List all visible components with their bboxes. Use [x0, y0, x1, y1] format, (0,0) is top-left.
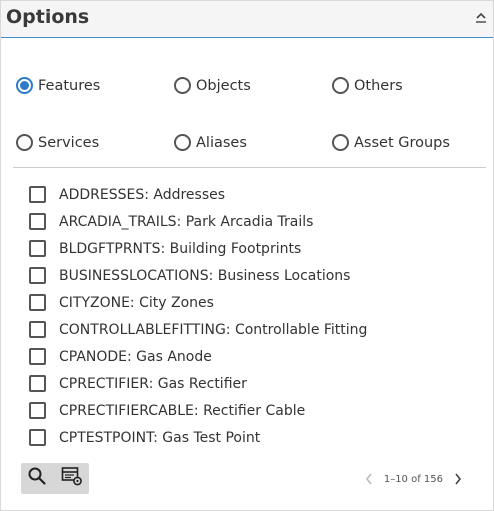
panel-header: Options	[1, 1, 493, 38]
list-item[interactable]: CITYZONE: City Zones	[29, 294, 214, 311]
checkbox[interactable]	[29, 186, 46, 203]
radio-objects[interactable]: Objects	[174, 77, 251, 94]
search-icon	[27, 466, 47, 491]
checkbox[interactable]	[29, 240, 46, 257]
radio-aliases[interactable]: Aliases	[174, 134, 247, 151]
list-item[interactable]: CONTROLLABLEFITTING: Controllable Fittin…	[29, 321, 367, 338]
checkbox[interactable]	[29, 429, 46, 446]
list-item-label: CONTROLLABLEFITTING: Controllable Fittin…	[59, 321, 368, 338]
checkbox[interactable]	[29, 294, 46, 311]
checkbox[interactable]	[29, 213, 46, 230]
panel-title: Options	[6, 6, 90, 28]
checkbox[interactable]	[29, 348, 46, 365]
checkbox[interactable]	[29, 321, 46, 338]
list-item[interactable]: ADDRESSES: Addresses	[29, 186, 225, 203]
pagination: 1–10 of 156	[362, 471, 465, 487]
radio-button[interactable]	[332, 134, 349, 151]
radio-services[interactable]: Services	[16, 134, 99, 151]
list-item-label: CPTESTPOINT: Gas Test Point	[59, 429, 261, 446]
radio-features[interactable]: Features	[16, 77, 100, 94]
list-item[interactable]: CPANODE: Gas Anode	[29, 348, 212, 365]
checkbox[interactable]	[29, 267, 46, 284]
radio-label: Services	[38, 134, 100, 151]
list-item-label: CPRECTIFIERCABLE: Rectifier Cable	[59, 402, 306, 419]
radio-others[interactable]: Others	[332, 77, 403, 94]
list-item[interactable]: CPTESTPOINT: Gas Test Point	[29, 429, 260, 446]
list-item[interactable]: BUSINESSLOCATIONS: Business Locations	[29, 267, 350, 284]
chevron-right-icon[interactable]	[451, 471, 465, 487]
radio-button[interactable]	[332, 77, 349, 94]
list-item[interactable]: BLDGFTPRNTS: Building Footprints	[29, 240, 301, 257]
list-item-label: CITYZONE: City Zones	[59, 294, 214, 311]
radio-asset-groups[interactable]: Asset Groups	[332, 134, 450, 151]
radio-label: Aliases	[196, 134, 247, 151]
list-item-label: ADDRESSES: Addresses	[59, 186, 226, 203]
radio-button[interactable]	[16, 134, 33, 151]
radio-label: Asset Groups	[354, 134, 450, 151]
page-count: 1–10 of 156	[383, 473, 443, 485]
list-item[interactable]: ARCADIA_TRAILS: Park Arcadia Trails	[29, 213, 313, 230]
list-item-label: BUSINESSLOCATIONS: Business Locations	[59, 267, 351, 284]
table-settings-button[interactable]	[56, 463, 88, 494]
radio-label: Features	[38, 77, 101, 94]
divider	[13, 167, 486, 168]
bottom-toolbar	[21, 463, 89, 494]
radio-label: Objects	[196, 77, 251, 94]
list-item[interactable]: CPRECTIFIERCABLE: Rectifier Cable	[29, 402, 305, 419]
chevron-up-icon[interactable]	[473, 9, 489, 27]
radio-button[interactable]	[174, 77, 191, 94]
checkbox[interactable]	[29, 375, 46, 392]
radio-button[interactable]	[174, 134, 191, 151]
list-item-label: CPANODE: Gas Anode	[59, 348, 212, 365]
radio-button[interactable]	[16, 77, 33, 94]
radio-label: Others	[354, 77, 403, 94]
chevron-left-icon[interactable]	[362, 471, 376, 487]
list-item-label: CPRECTIFIER: Gas Rectifier	[59, 375, 247, 392]
checkbox[interactable]	[29, 402, 46, 419]
search-button[interactable]	[21, 463, 53, 494]
list-item-label: ARCADIA_TRAILS: Park Arcadia Trails	[59, 213, 314, 230]
options-panel: Options Features Objects Others Services…	[0, 0, 494, 511]
list-item-label: BLDGFTPRNTS: Building Footprints	[59, 240, 302, 257]
list-item[interactable]: CPRECTIFIER: Gas Rectifier	[29, 375, 247, 392]
table-settings-icon	[61, 466, 83, 491]
